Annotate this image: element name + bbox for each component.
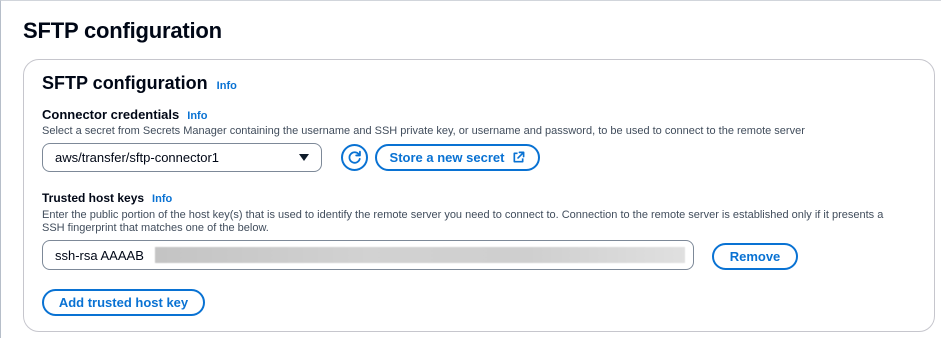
add-trusted-host-key-button[interactable]: Add trusted host key (42, 289, 205, 316)
refresh-icon (348, 150, 361, 164)
section-info-link[interactable]: Info (217, 80, 237, 92)
add-trusted-host-key-label: Add trusted host key (58, 295, 189, 310)
external-link-icon (512, 151, 525, 164)
trusted-host-keys-description-line1: Enter the public portion of the host key… (42, 209, 884, 221)
store-new-secret-button[interactable]: Store a new secret (375, 144, 540, 171)
trusted-host-keys-label: Trusted host keys Info (42, 191, 172, 205)
secret-select-value: aws/transfer/sftp-connector1 (55, 150, 220, 165)
connector-credentials-description: Select a secret from Secrets Manager con… (42, 125, 805, 137)
refresh-button[interactable] (341, 144, 368, 171)
connector-credentials-label: Connector credentials Info (42, 107, 207, 122)
trusted-host-keys-label-text: Trusted host keys (42, 191, 145, 205)
caret-down-icon (299, 154, 309, 161)
page-title: SFTP configuration (23, 18, 222, 43)
section-header: SFTP configuration Info (42, 73, 237, 94)
section-title: SFTP configuration (42, 73, 208, 93)
store-new-secret-label: Store a new secret (389, 150, 505, 165)
host-key-input[interactable]: ssh-rsa AAAAB (42, 240, 694, 270)
host-key-value: ssh-rsa AAAAB (55, 247, 144, 263)
connector-credentials-info-link[interactable]: Info (187, 110, 207, 122)
trusted-host-keys-info-link[interactable]: Info (152, 193, 172, 205)
secret-select[interactable]: aws/transfer/sftp-connector1 (42, 143, 322, 172)
remove-button-label: Remove (729, 249, 781, 264)
sftp-configuration-panel: SFTP configuration Info Connector creden… (23, 59, 935, 332)
remove-host-key-button[interactable]: Remove (712, 243, 798, 270)
connector-credentials-label-text: Connector credentials (42, 107, 180, 122)
redacted-key-region (155, 247, 685, 263)
trusted-host-keys-description-line2: SSH fingerprint that matches one of the … (42, 222, 269, 234)
